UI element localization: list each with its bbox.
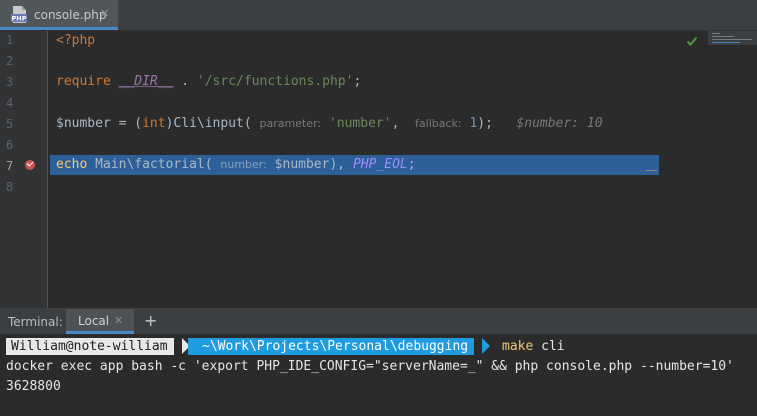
prompt-path-segment: ~\Work\Projects\Personal\debugging (188, 338, 475, 355)
minimap-thumb[interactable] (708, 31, 757, 45)
close-icon[interactable]: ✕ (114, 314, 123, 327)
function-factorial: factorial( (134, 157, 213, 172)
line-number: 3 (6, 75, 14, 89)
comma: , (391, 116, 408, 131)
prompt-user-segment: William@note-william (6, 338, 174, 355)
terminal-tab-local[interactable]: Local ✕ (66, 309, 134, 334)
php-icon-label: PHP (12, 15, 27, 23)
php-file-icon: PHP (11, 6, 27, 23)
semicolon: ; (407, 157, 416, 172)
line-number: 2 (6, 54, 14, 68)
code-line-7: echo Main\factorial( number: $number), P… (56, 155, 416, 175)
keyword-require: require (56, 74, 111, 89)
terminal-tab-label: Local (78, 314, 110, 328)
editor-tab-label: console.php (34, 8, 107, 22)
concat-operator: . (173, 74, 197, 89)
close-paren: ); (477, 116, 493, 131)
code-line-1: <?php (56, 31, 95, 51)
new-terminal-button[interactable]: + (144, 311, 157, 330)
prompt-command: make cli (502, 338, 565, 355)
magic-constant-dir: __DIR__ (118, 74, 174, 89)
editor-gutter[interactable]: 1 2 3 4 5 6 7 8 (0, 31, 48, 308)
argument-variable: $number (274, 157, 330, 172)
semicolon: ; (353, 74, 362, 89)
inline-debug-value: $number: 10 (516, 116, 603, 131)
prompt-separator (482, 338, 490, 354)
line-number: 6 (6, 138, 14, 152)
parameter-hint: number: (220, 158, 267, 171)
assignment: = ( (110, 116, 143, 131)
line-number: 4 (6, 96, 14, 110)
command-args: cli (533, 339, 565, 354)
editor-tab-console-php[interactable]: PHP console.php ✕ (0, 0, 118, 30)
terminal-panel: Terminal: Local ✕ + William@note-william… (0, 308, 757, 416)
keyword-echo: echo (56, 157, 88, 172)
terminal-title: Terminal: (8, 315, 63, 329)
parameter-hint: parameter: (259, 117, 322, 130)
namespace: Main\ (87, 157, 135, 172)
code-editor[interactable]: 1 2 3 4 5 6 7 8 <?php require __DIR__ . … (0, 31, 757, 308)
variable-number: $number (56, 116, 111, 131)
inspection-ok-icon (686, 36, 698, 46)
terminal-output-line: 3628800 (6, 379, 61, 394)
line-number: 5 (6, 117, 14, 131)
code-line-5: $number = (int)Cli\input( parameter: 'nu… (56, 114, 603, 134)
terminal-header: Terminal: Local ✕ + (0, 309, 757, 334)
close-tab-icon[interactable]: ✕ (100, 7, 109, 20)
comma: ), (329, 157, 353, 172)
php-open-tag: <?php (56, 33, 96, 48)
editor-tab-bar: PHP console.php ✕ (0, 0, 757, 31)
breakpoint-icon[interactable] (25, 160, 35, 170)
function-call: )Cli\input( (165, 116, 252, 131)
line-number: 1 (6, 33, 14, 47)
argument-string: 'number' (328, 116, 392, 131)
constant-php-eol: PHP_EOL (352, 157, 408, 172)
code-area[interactable]: <?php require __DIR__ . '/src/functions.… (48, 31, 757, 308)
terminal-output-line: docker exec app bash -c 'export PHP_IDE_… (6, 359, 734, 374)
string-path: '/src/functions.php' (196, 74, 354, 89)
line-number: 8 (6, 180, 14, 194)
terminal-output[interactable]: William@note-william ~\Work\Projects\Per… (0, 334, 757, 416)
code-line-3: require __DIR__ . '/src/functions.php'; (56, 72, 361, 92)
parameter-hint: fallback: (415, 117, 462, 130)
command-name: make (502, 339, 534, 354)
ide-window: PHP console.php ✕ 1 2 3 4 5 6 7 8 <?php … (0, 0, 757, 416)
cast-int: int (142, 116, 166, 131)
line-number: 7 (6, 159, 14, 173)
